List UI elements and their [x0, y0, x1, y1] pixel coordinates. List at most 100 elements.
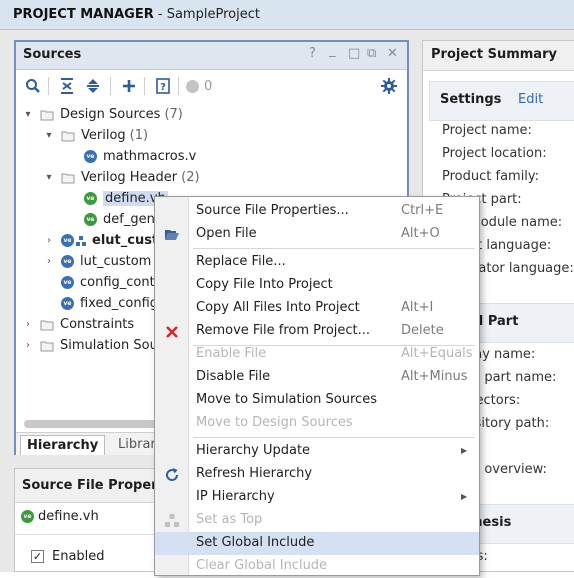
menu-item-ip-hierarchy[interactable]: IP Hierarchy ▶ — [155, 486, 479, 509]
tree-label: Constraints — [60, 317, 135, 332]
tree-item-config-cont[interactable]: ve config_cont — [61, 272, 155, 293]
chevron-right-icon[interactable]: › — [43, 235, 55, 246]
help-icon[interactable]: ? — [309, 46, 316, 61]
menu-item-move-to-simulation-sources[interactable]: Move to Simulation Sources — [155, 389, 479, 412]
tree-label: fixed_config — [80, 296, 159, 311]
tree-item-mathmacros[interactable]: ve mathmacros.v — [84, 146, 196, 167]
minimize-icon[interactable]: _ — [329, 43, 336, 58]
menu-separator — [193, 248, 475, 249]
toolbar-divider — [48, 77, 49, 95]
menu-label: Set as Top — [196, 512, 263, 527]
status-counter: 0 — [186, 75, 230, 97]
menu-item-move-to-design-sources: Move to Design Sources — [155, 412, 479, 435]
menu-label: Move to Simulation Sources — [196, 392, 377, 407]
menu-item-hierarchy-update[interactable]: Hierarchy Update ▶ — [155, 440, 479, 463]
chevron-down-icon[interactable]: ▾ — [43, 172, 55, 183]
menu-label: Move to Design Sources — [196, 415, 353, 430]
settings-line: Project location: — [442, 146, 547, 161]
properties-file: ve define.vh — [21, 509, 99, 524]
chevron-right-icon[interactable]: › — [22, 319, 34, 330]
submenu-arrow-icon: ▶ — [461, 492, 468, 501]
verilog-header-file-icon: ve — [84, 213, 97, 226]
submenu-arrow-icon: ▶ — [461, 446, 468, 455]
menu-item-replace-file[interactable]: Replace File... — [155, 251, 479, 274]
menu-item-enable-file: Enable File Alt+Equals — [155, 343, 479, 366]
tree-label: elut_cust — [92, 233, 159, 248]
project-manager-title-bar: PROJECT MANAGER - SampleProject — [0, 0, 574, 30]
enabled-label: Enabled — [52, 549, 105, 564]
menu-item-source-file-properties[interactable]: Source File Properties... Ctrl+E — [155, 200, 479, 223]
hierarchy-top-icon — [162, 511, 181, 530]
gear-icon[interactable] — [378, 75, 400, 97]
chevron-right-icon[interactable]: › — [22, 340, 34, 351]
toolbar-divider — [178, 77, 179, 95]
verilog-file-icon: ve — [84, 150, 97, 163]
menu-shortcut: Alt+Minus — [401, 369, 468, 384]
tree-label: config_cont — [80, 275, 155, 290]
menu-separator — [193, 437, 475, 438]
chevron-down-icon[interactable]: ▾ — [22, 109, 34, 120]
tab-hierarchy[interactable]: Hierarchy — [20, 435, 106, 455]
properties-title: Source File Proper — [22, 478, 158, 493]
svg-text:?: ? — [160, 82, 166, 93]
search-icon[interactable] — [22, 75, 44, 97]
add-sources-icon[interactable] — [118, 75, 140, 97]
float-icon[interactable]: ⧉ — [367, 46, 376, 61]
menu-item-copy-file-into-project[interactable]: Copy File Into Project — [155, 274, 479, 297]
menu-label: Replace File... — [196, 254, 286, 269]
menu-item-disable-file[interactable]: Disable File Alt+Minus — [155, 366, 479, 389]
folder-icon — [61, 172, 75, 184]
tree-item-constraints[interactable]: › Constraints — [22, 314, 134, 335]
menu-label: Open File — [196, 226, 257, 241]
project-summary-title: Project Summary — [431, 47, 557, 62]
project-summary-header: Project Summary — [423, 41, 574, 71]
expand-all-icon[interactable] — [82, 75, 104, 97]
status-dot-icon — [186, 79, 199, 93]
tree-item-verilog-header[interactable]: ▾ Verilog Header (2) — [43, 167, 200, 188]
title-app-name: PROJECT MANAGER — [13, 7, 154, 22]
tree-count: (7) — [164, 107, 183, 122]
settings-line: Product family: — [442, 169, 540, 184]
tree-item-elut-cust[interactable]: › ve elut_cust — [43, 230, 158, 251]
menu-label: IP Hierarchy — [196, 489, 275, 504]
enabled-checkbox[interactable]: ✓ — [31, 550, 44, 563]
enabled-row: ✓ Enabled — [31, 549, 105, 564]
tree-item-simulation-sources[interactable]: › Simulation Sour — [22, 335, 163, 356]
tree-item-design-sources[interactable]: ▾ Design Sources (7) — [22, 104, 183, 125]
verilog-header-file-icon: ve — [21, 510, 34, 523]
folder-icon — [61, 130, 75, 142]
tree-label: Verilog — [81, 128, 126, 143]
tree-label: def_gen — [103, 212, 155, 227]
document-help-icon[interactable]: ? — [152, 75, 174, 97]
tree-count: (2) — [181, 170, 200, 185]
tree-label: Simulation Sour — [60, 338, 164, 353]
menu-shortcut: Alt+Equals — [401, 346, 473, 361]
menu-item-open-file[interactable]: Open File Alt+O — [155, 223, 479, 246]
sources-panel-header: Sources ? _ □ ⧉ ✕ — [16, 42, 407, 70]
tree-count: (1) — [129, 128, 149, 143]
tree-item-def-gen[interactable]: ve def_gen — [84, 209, 155, 230]
menu-label: Refresh Hierarchy — [196, 466, 313, 481]
edit-link[interactable]: Edit — [518, 92, 543, 107]
close-icon[interactable]: ✕ — [387, 46, 398, 61]
title-separator: - — [153, 7, 167, 22]
menu-item-copy-all-files-into-project[interactable]: Copy All Files Into Project Alt+I — [155, 297, 479, 320]
menu-item-set-global-include[interactable]: Set Global Include — [155, 532, 479, 555]
sources-toolbar: ? 0 — [16, 71, 407, 101]
tree-item-fixed-config[interactable]: ve fixed_config — [61, 293, 158, 314]
chevron-right-icon[interactable]: › — [43, 256, 55, 267]
menu-item-set-as-top: Set as Top — [155, 509, 479, 532]
menu-item-remove-file[interactable]: Remove File from Project... Delete — [155, 320, 479, 343]
menu-label: Enable File — [196, 346, 267, 361]
collapse-all-icon[interactable] — [56, 75, 78, 97]
menu-item-refresh-hierarchy[interactable]: Refresh Hierarchy — [155, 463, 479, 486]
verilog-module-icon: ve — [61, 255, 74, 268]
folder-icon — [40, 340, 54, 352]
tree-item-verilog[interactable]: ▾ Verilog (1) — [43, 125, 148, 146]
verilog-header-file-icon: ve — [84, 192, 97, 205]
tree-item-lut-custom[interactable]: › ve lut_custom — [43, 251, 151, 272]
sources-panel-title: Sources — [23, 47, 82, 62]
tree-label: mathmacros.v — [103, 149, 197, 164]
maximize-icon[interactable]: □ — [348, 46, 360, 61]
chevron-down-icon[interactable]: ▾ — [43, 130, 55, 141]
